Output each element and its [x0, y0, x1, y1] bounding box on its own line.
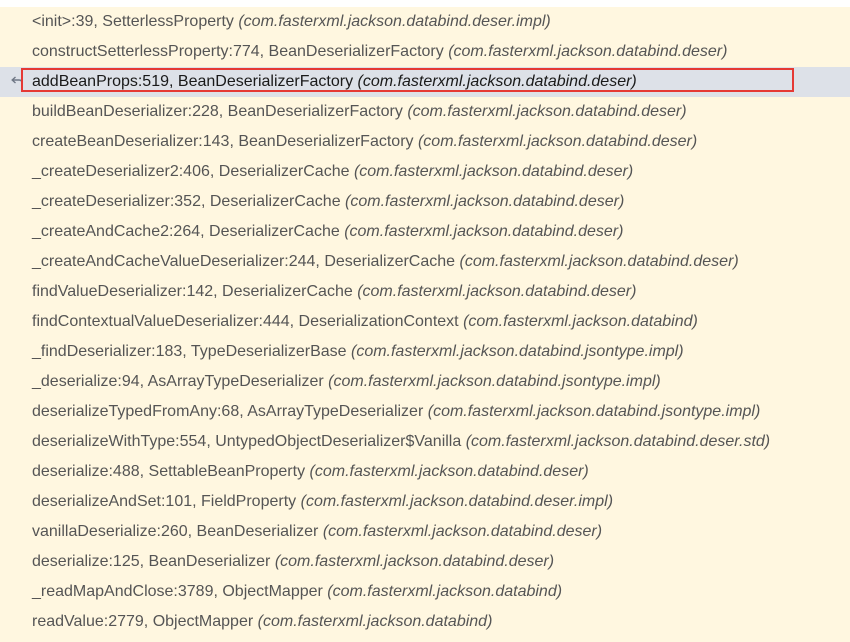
frame-package: (com.fasterxml.jackson.databind.jsontype…: [427, 403, 761, 420]
frame-package: (com.fasterxml.jackson.databind): [463, 313, 698, 330]
frame-row[interactable]: _createAndCacheValueDeserializer:244, De…: [0, 247, 850, 277]
frame-package: (com.fasterxml.jackson.databind.deser): [353, 163, 634, 180]
frame-location: <init>:39, SetterlessProperty: [32, 13, 234, 30]
frame-location: deserializeWithType:554, UntypedObjectDe…: [32, 433, 462, 450]
frame-package: (com.fasterxml.jackson.databind.deser): [357, 283, 637, 300]
frame-location: _createAndCache2:264, DeserializerCache: [32, 223, 340, 240]
frame-row[interactable]: createBeanDeserializer:143, BeanDeserial…: [0, 127, 850, 157]
frame-row[interactable]: deserializeAndSet:101, FieldProperty (co…: [0, 487, 850, 517]
panel-top-strip: [0, 0, 850, 7]
frame-row[interactable]: _findDeserializer:183, TypeDeserializerB…: [0, 337, 850, 367]
frame-location: addBeanProps:519, BeanDeserializerFactor…: [32, 73, 354, 90]
frame-row[interactable]: _createDeserializer:352, DeserializerCac…: [0, 187, 850, 217]
frame-row[interactable]: readValue:2779, ObjectMapper (com.faster…: [0, 607, 850, 637]
frame-package: (com.fasterxml.jackson.databind.deser): [448, 43, 728, 60]
frame-row[interactable]: findContextualValueDeserializer:444, Des…: [0, 307, 850, 337]
frame-row[interactable]: buildBeanDeserializer:228, BeanDeseriali…: [0, 97, 850, 127]
frame-location: _createDeserializer:352, DeserializerCac…: [32, 193, 341, 210]
frame-row[interactable]: findValueDeserializer:142, DeserializerC…: [0, 277, 850, 307]
frame-location: deserializeAndSet:101, FieldProperty: [32, 493, 297, 510]
frame-row[interactable]: vanillaDeserialize:260, BeanDeserializer…: [0, 517, 850, 547]
frame-row[interactable]: constructSetterlessProperty:774, BeanDes…: [0, 37, 850, 67]
frame-package: (com.fasterxml.jackson.databind): [257, 613, 493, 630]
frame-location: constructSetterlessProperty:774, BeanDes…: [32, 43, 444, 60]
frame-package: (com.fasterxml.jackson.databind.deser): [407, 103, 687, 120]
frame-row[interactable]: _createAndCache2:264, DeserializerCache …: [0, 217, 850, 247]
frame-row[interactable]: deserializeTypedFromAny:68, AsArrayTypeD…: [0, 397, 850, 427]
frame-package: (com.fasterxml.jackson.databind.deser): [417, 133, 698, 150]
frame-location: vanillaDeserialize:260, BeanDeserializer: [32, 523, 319, 540]
frame-package: (com.fasterxml.jackson.databind.deser): [309, 463, 589, 480]
frame-package: (com.fasterxml.jackson.databind.deser): [459, 253, 739, 270]
frame-location: _readMapAndClose:3789, ObjectMapper: [32, 583, 323, 600]
frame-location: buildBeanDeserializer:228, BeanDeseriali…: [32, 103, 403, 120]
return-arrow-icon: [11, 76, 23, 87]
frame-package: (com.fasterxml.jackson.databind.deser): [274, 553, 555, 570]
frame-row-selected[interactable]: addBeanProps:519, BeanDeserializerFactor…: [0, 67, 850, 97]
frame-package: (com.fasterxml.jackson.databind.jsontype…: [350, 343, 684, 360]
frame-package: (com.fasterxml.jackson.databind.deser.im…: [300, 493, 614, 510]
frame-location: readValue:2779, ObjectMapper: [32, 613, 254, 630]
frame-package: (com.fasterxml.jackson.databind.deser.im…: [238, 13, 551, 30]
frame-location: _deserialize:94, AsArrayTypeDeserializer: [32, 373, 324, 390]
frame-package: (com.fasterxml.jackson.databind.deser): [345, 193, 625, 210]
frame-row[interactable]: deserializeWithType:554, UntypedObjectDe…: [0, 427, 850, 457]
frame-location: _createAndCacheValueDeserializer:244, De…: [32, 253, 456, 270]
frame-row[interactable]: <init>:39, SetterlessProperty (com.faste…: [0, 7, 850, 37]
frame-row[interactable]: _deserialize:94, AsArrayTypeDeserializer…: [0, 367, 850, 397]
frame-package: (com.fasterxml.jackson.databind.deser): [322, 523, 603, 540]
frame-location: deserialize:125, BeanDeserializer: [32, 553, 271, 570]
frame-row[interactable]: deserialize:125, BeanDeserializer (com.f…: [0, 547, 850, 577]
frame-location: deserialize:488, SettableBeanProperty: [32, 463, 306, 480]
frame-location: _createDeserializer2:406, DeserializerCa…: [32, 163, 350, 180]
frame-package: (com.fasterxml.jackson.databind.deser): [344, 223, 624, 240]
frame-location: findContextualValueDeserializer:444, Des…: [32, 313, 459, 330]
frame-location: findValueDeserializer:142, DeserializerC…: [32, 283, 353, 300]
frame-row[interactable]: deserialize:488, SettableBeanProperty (c…: [0, 457, 850, 487]
frame-package: (com.fasterxml.jackson.databind.deser.st…: [465, 433, 771, 450]
frame-row[interactable]: _readMapAndClose:3789, ObjectMapper (com…: [0, 577, 850, 607]
frame-location: _findDeserializer:183, TypeDeserializerB…: [32, 343, 347, 360]
frame-package: (com.fasterxml.jackson.databind.deser): [357, 73, 637, 90]
frame-row[interactable]: _createDeserializer2:406, DeserializerCa…: [0, 157, 850, 187]
frame-package: (com.fasterxml.jackson.databind): [327, 583, 563, 600]
frames-list: <init>:39, SetterlessProperty (com.faste…: [0, 7, 850, 637]
frame-package: (com.fasterxml.jackson.databind.jsontype…: [328, 373, 661, 390]
frame-location: createBeanDeserializer:143, BeanDeserial…: [32, 133, 414, 150]
frame-location: deserializeTypedFromAny:68, AsArrayTypeD…: [32, 403, 424, 420]
